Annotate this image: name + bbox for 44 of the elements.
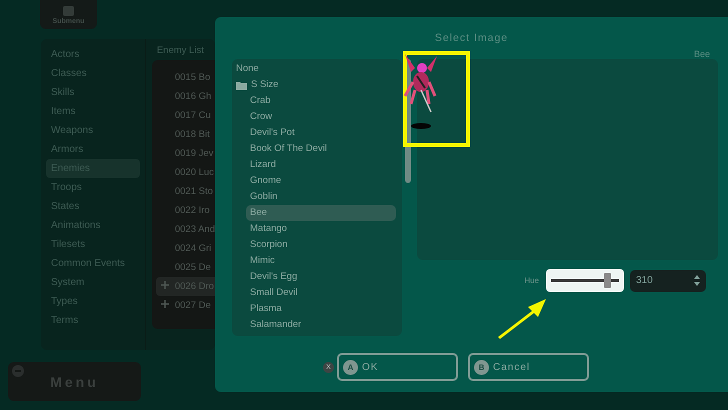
plus-icon — [161, 281, 170, 289]
folder-icon — [236, 80, 247, 90]
file-item[interactable]: Matango — [246, 221, 396, 237]
enemy-item[interactable]: 0025 De — [156, 258, 215, 277]
spinner-icon — [694, 275, 700, 286]
file-item[interactable]: Crow — [246, 109, 396, 125]
file-item[interactable]: Devil's Pot — [246, 125, 396, 141]
enemy-item[interactable]: 0020 Luc — [156, 163, 215, 182]
cancel-button[interactable]: B Cancel — [468, 353, 589, 381]
enemy-item[interactable]: 0016 Gh — [156, 87, 215, 106]
controller-key-icon — [63, 6, 74, 16]
arrow-annotation — [496, 297, 548, 339]
file-item[interactable]: Salamander — [246, 317, 396, 333]
file-item[interactable]: Scorpion — [246, 237, 396, 253]
enemy-item[interactable]: 0027 De — [156, 296, 215, 315]
image-name: Bee — [694, 49, 710, 59]
dialog-title: Select Image — [434, 32, 508, 46]
file-item[interactable]: Bee — [246, 205, 396, 221]
enemy-item[interactable]: 0021 Sto — [156, 182, 215, 201]
enemy-item[interactable]: 0023 And — [156, 220, 215, 239]
enemy-item[interactable]: 0018 Bit — [156, 125, 215, 144]
file-item[interactable]: Devil's Egg — [246, 269, 396, 285]
file-item[interactable]: Book Of The Devil — [246, 141, 396, 157]
file-item[interactable]: None — [232, 61, 396, 77]
file-item[interactable]: Plasma — [246, 301, 396, 317]
enemy-item[interactable]: 0017 Cu — [156, 106, 215, 125]
minus-icon — [12, 365, 24, 377]
enemy-item[interactable]: 0024 Gri — [156, 239, 215, 258]
slider-thumb[interactable] — [604, 273, 612, 288]
enemy-item[interactable]: 0015 Bo — [156, 68, 215, 87]
file-item[interactable]: Mimic — [246, 253, 396, 269]
enemy-item[interactable]: 0019 Jev — [156, 144, 215, 163]
hue-slider[interactable] — [546, 269, 624, 292]
file-item[interactable]: Small Devil — [246, 285, 396, 301]
folder-item[interactable]: S Size — [232, 77, 396, 93]
ok-button[interactable]: A OK — [337, 353, 458, 381]
hue-field[interactable]: 310 — [630, 270, 706, 292]
file-item[interactable]: Goblin — [246, 189, 396, 205]
hue-label: Hue — [524, 276, 539, 285]
plus-icon — [161, 300, 170, 308]
file-item[interactable]: Gnome — [246, 173, 396, 189]
enemy-item[interactable]: 0022 Iro — [156, 201, 215, 220]
file-item[interactable]: Lizard — [246, 157, 396, 173]
file-item[interactable]: Crab — [246, 93, 396, 109]
